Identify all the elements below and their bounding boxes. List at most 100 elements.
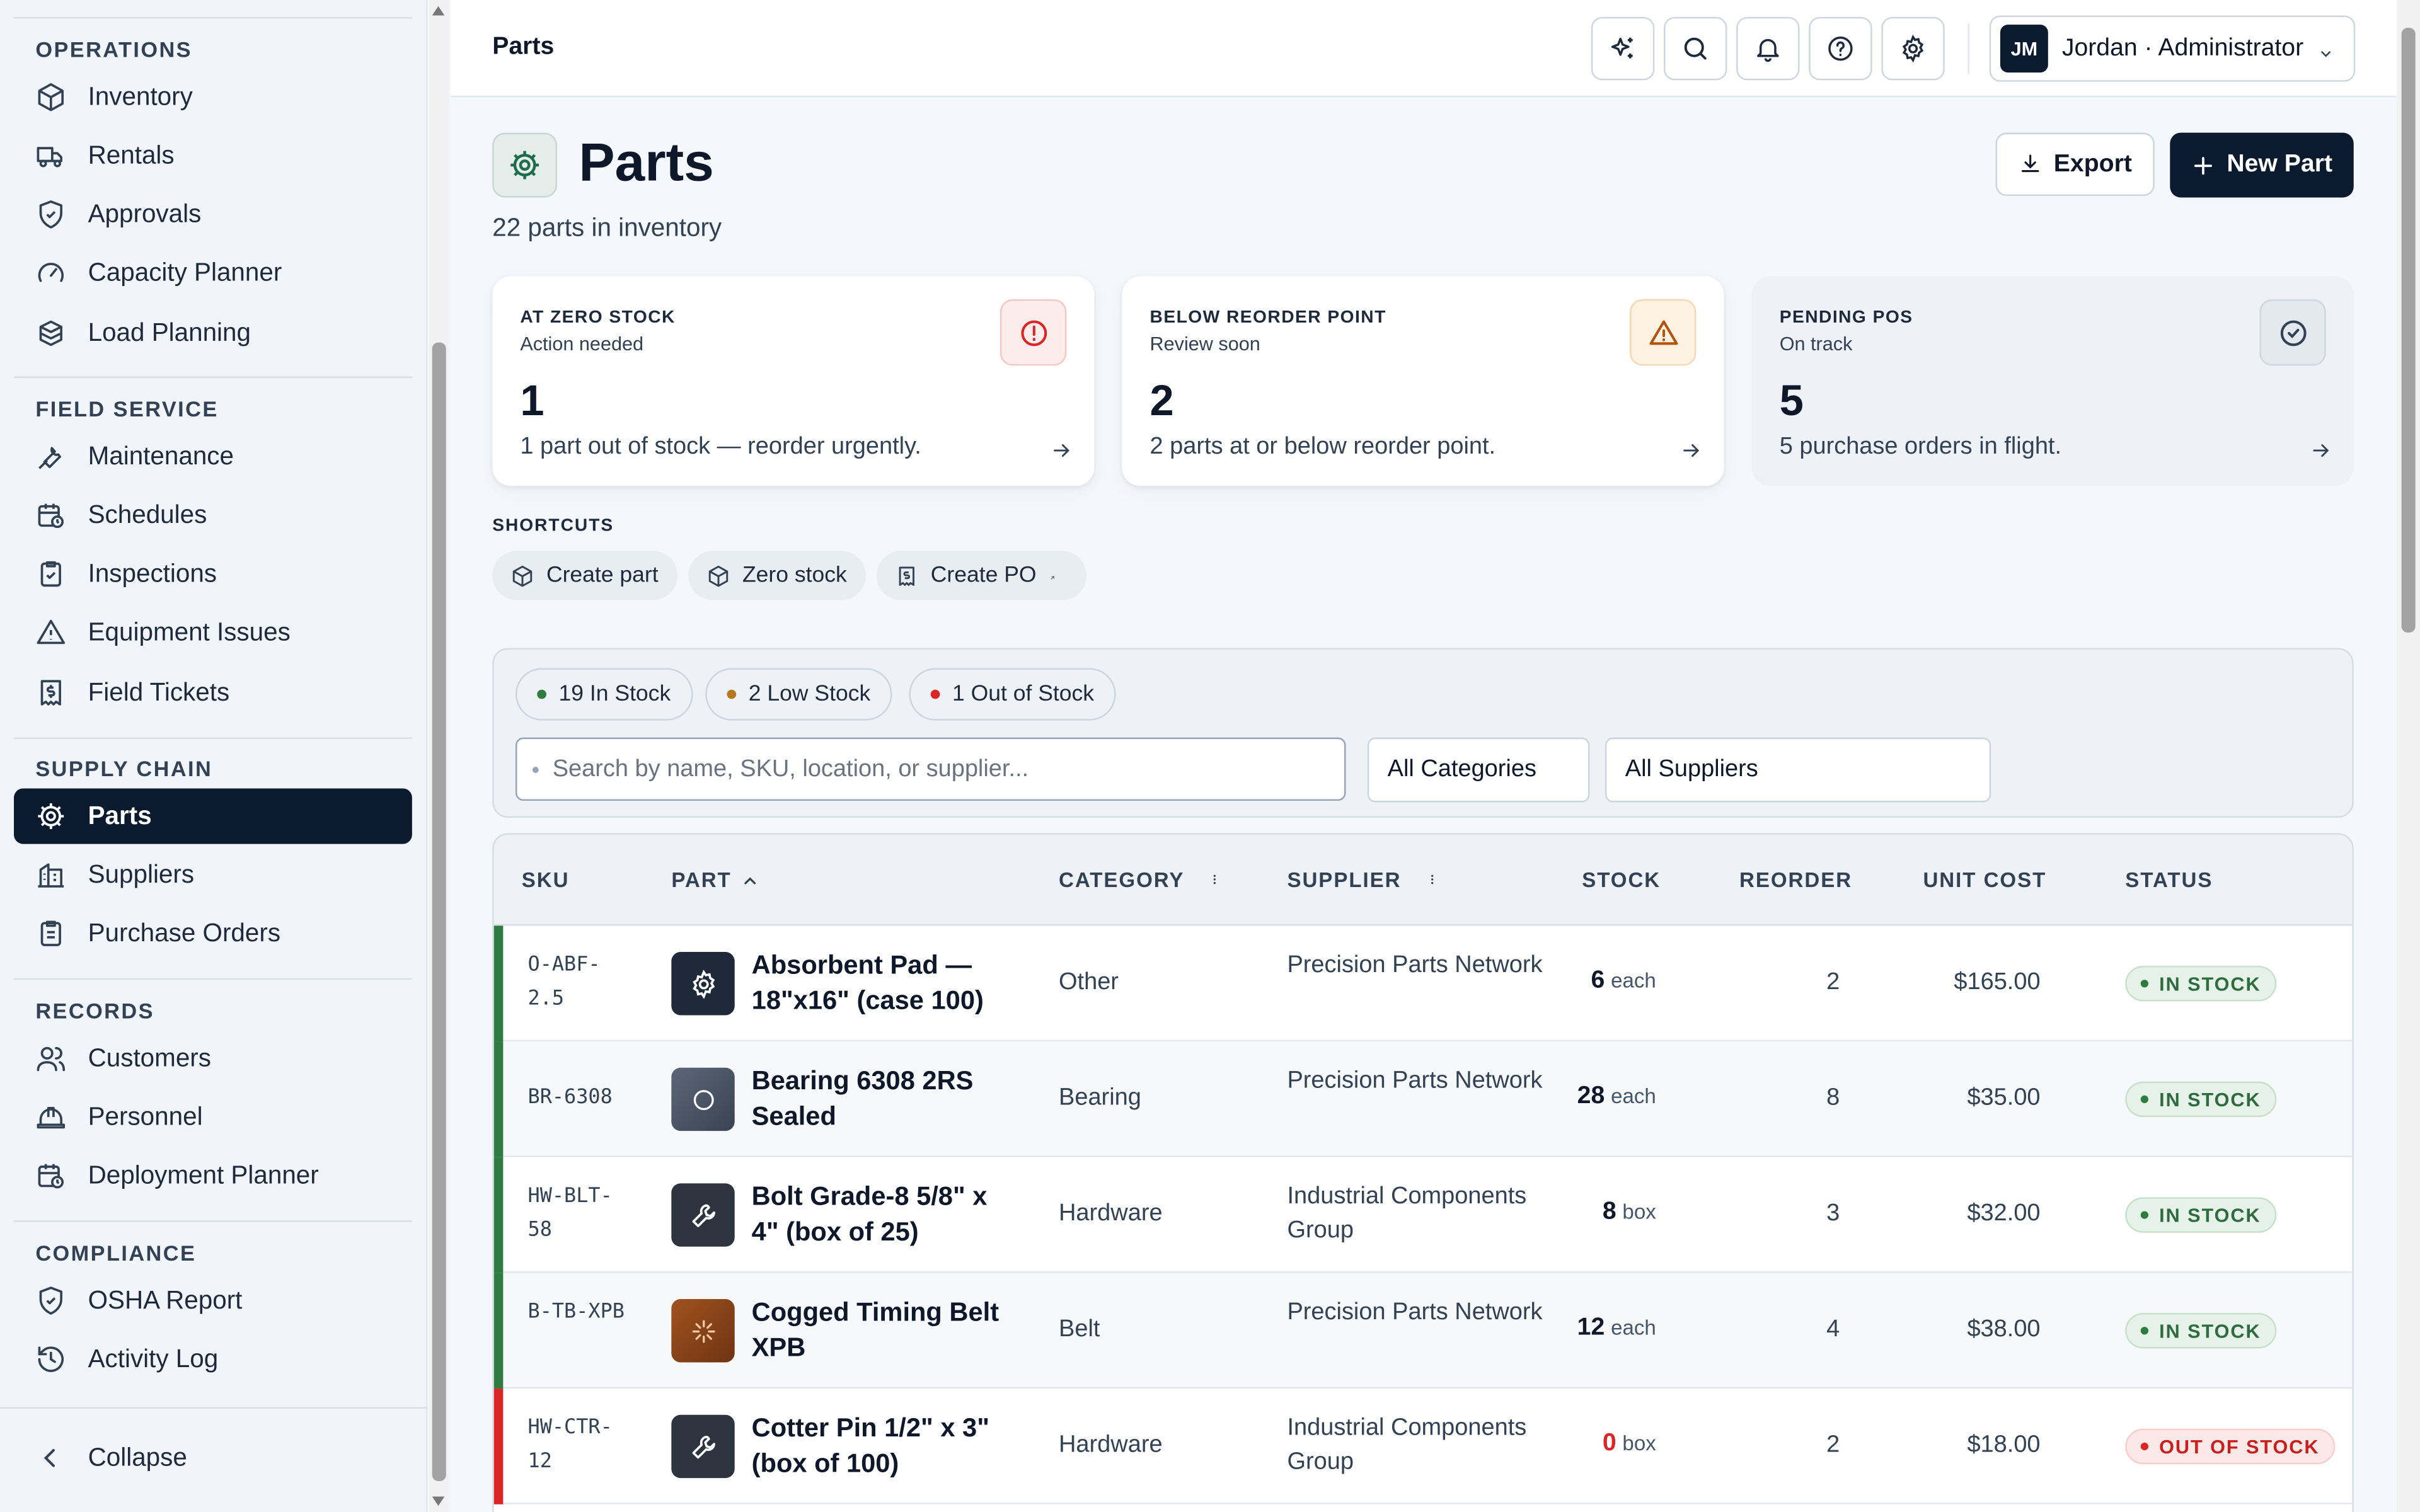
more-vertical-icon[interactable] — [1200, 869, 1221, 891]
sparkles-icon — [1608, 34, 1638, 64]
column-header-reorder[interactable]: REORDER — [1739, 869, 1852, 892]
sidebar-item-suppliers[interactable]: Suppliers — [14, 847, 412, 903]
filter-pill-in-stock[interactable]: 19 In Stock — [515, 668, 693, 721]
sidebar-scrollbar-thumb[interactable] — [432, 342, 446, 1482]
sidebar-item-purchase-orders[interactable]: Purchase Orders — [14, 906, 412, 961]
sidebar-item-label: Equipment Issues — [88, 617, 291, 646]
sidebar-item-equipment-issues[interactable]: Equipment Issues — [14, 605, 412, 660]
sort-ascending-icon — [732, 871, 759, 889]
part-name[interactable]: Bolt Grade-8 5/8" x 4" (box of 25) — [752, 1179, 1014, 1250]
stock-unit: each — [1611, 1315, 1656, 1339]
filter-pill-low-stock[interactable]: 2 Low Stock — [705, 668, 892, 721]
shortcut-label: Zero stock — [742, 563, 847, 588]
category-cell: Other — [1059, 968, 1119, 995]
part-name[interactable]: Absorbent Pad — 18"x16" (case 100) — [752, 948, 1014, 1019]
kpi-description: 5 purchase orders in flight. — [1779, 433, 2062, 460]
kpi-card-pending-pos[interactable]: PENDING POS On track 5 5 purchase orders… — [1751, 276, 2354, 486]
sidebar-item-approvals[interactable]: Approvals — [14, 186, 412, 242]
sidebar-item-inspections[interactable]: Inspections — [14, 546, 412, 602]
sidebar-item-deployment-planner[interactable]: Deployment Planner — [14, 1148, 412, 1203]
user-menu-button[interactable]: JM Jordan · Administrator — [1989, 15, 2356, 82]
sidebar-scrollbar[interactable] — [429, 0, 449, 1512]
collapse-label: Collapse — [88, 1443, 187, 1472]
category-select[interactable]: All Categories — [1367, 737, 1590, 803]
reorder-cell: 2 — [1826, 1431, 1840, 1458]
column-header-supplier[interactable]: SUPPLIER — [1287, 869, 1438, 892]
kpi-card-below-reorder[interactable]: BELOW REORDER POINT Review soon 2 2 part… — [1122, 276, 1724, 486]
shortcut-zero-stock[interactable]: Zero stock — [688, 551, 866, 600]
column-header-status[interactable]: STATUS — [2125, 869, 2213, 892]
new-part-button[interactable]: New Part — [2170, 132, 2354, 198]
status-stripe — [493, 1389, 504, 1504]
main-scrollbar-thumb[interactable] — [2401, 28, 2416, 633]
column-header-part[interactable]: PART — [671, 869, 759, 892]
filter-pill-out-of-stock[interactable]: 1 Out of Stock — [909, 668, 1116, 721]
sidebar-item-label: Parts — [88, 801, 152, 830]
kpi-card-zero-stock[interactable]: AT ZERO STOCK Action needed 1 1 part out… — [492, 276, 1095, 486]
help-circle-icon — [1826, 34, 1855, 64]
export-button[interactable]: Export — [1995, 132, 2155, 197]
column-header-category[interactable]: CATEGORY — [1059, 869, 1221, 892]
column-header-sku[interactable]: SKU — [522, 869, 570, 892]
supplier-select[interactable]: All Suppliers — [1605, 737, 1991, 803]
scroll-up-arrow[interactable] — [432, 6, 445, 16]
search-icon — [1681, 34, 1710, 64]
sidebar-item-label: Customers — [88, 1043, 211, 1072]
sidebar-item-label: Activity Log — [88, 1344, 219, 1373]
sidebar-item-capacity-planner[interactable]: Capacity Planner — [14, 245, 412, 301]
table-row[interactable]: HW-BLT-58 Bolt Grade-8 5/8" x 4" (box of… — [493, 1157, 2353, 1273]
part-name[interactable]: Cotter Pin 1/2" x 3" (box of 100) — [752, 1410, 1014, 1481]
search-input[interactable] — [552, 755, 1294, 783]
kpi-sublabel: Action needed — [520, 333, 644, 355]
sidebar-item-field-tickets[interactable]: Field Tickets — [14, 665, 412, 721]
sidebar-item-activity-log[interactable]: Activity Log — [14, 1331, 412, 1387]
table-row[interactable]: HW-CTR-12 Cotter Pin 1/2" x 3" (box of 1… — [493, 1389, 2353, 1504]
part-name[interactable]: Cogged Timing Belt XPB — [752, 1295, 1014, 1366]
sidebar-item-label: Purchase Orders — [88, 919, 281, 947]
sidebar-item-label: Load Planning — [88, 318, 251, 346]
divider — [14, 16, 412, 19]
kpi-description: 2 parts at or below reorder point. — [1150, 433, 1496, 460]
part-name[interactable]: Bearing 6308 2RS Sealed — [752, 1063, 1014, 1134]
sidebar-item-schedules[interactable]: Schedules — [14, 488, 412, 543]
unit-cost-cell: $18.00 — [1967, 1431, 2041, 1458]
sidebar-item-load-planning[interactable]: Load Planning — [14, 306, 412, 361]
settings-button[interactable] — [1881, 16, 1945, 81]
sidebar-item-personnel[interactable]: Personnel — [14, 1089, 412, 1145]
search-button[interactable] — [1664, 16, 1727, 81]
ai-assistant-button[interactable] — [1591, 16, 1655, 81]
category-cell: Hardware — [1059, 1200, 1163, 1227]
sidebar-item-osha-report[interactable]: OSHA Report — [14, 1273, 412, 1328]
table-row[interactable]: B-TB-XPB Cogged Timing Belt XPB Belt Pre… — [493, 1273, 2353, 1389]
more-vertical-icon[interactable] — [1417, 869, 1438, 891]
table-row[interactable]: O-ABF-2.5 Absorbent Pad — 18"x16" (case … — [493, 925, 2353, 1042]
scroll-down-arrow[interactable] — [432, 1496, 445, 1506]
kpi-sublabel: Review soon — [1150, 333, 1260, 355]
help-button[interactable] — [1809, 16, 1872, 81]
status-badge: IN STOCK — [2125, 1081, 2277, 1118]
section-title-supply-chain: SUPPLY CHAIN — [35, 756, 213, 781]
sidebar-item-inventory[interactable]: Inventory — [14, 69, 412, 125]
breadcrumb: Parts — [492, 33, 555, 60]
search-field[interactable] — [515, 737, 1346, 801]
column-header-unit-cost[interactable]: UNIT COST — [1923, 869, 2046, 892]
table-row[interactable]: BR-6308 Bearing 6308 2RS Sealed Bearing … — [493, 1041, 2353, 1157]
main-scrollbar[interactable] — [2397, 0, 2420, 1512]
shortcut-create-part[interactable]: Create part — [492, 551, 677, 600]
sidebar-item-maintenance[interactable]: Maintenance — [14, 429, 412, 484]
sidebar-item-label: Suppliers — [88, 860, 195, 888]
parts-table: SKU PART CATEGORY SUPPLIER STOCK REORDER… — [492, 833, 2354, 1512]
sidebar-item-rentals[interactable]: Rentals — [14, 128, 412, 183]
notifications-button[interactable] — [1736, 16, 1800, 81]
kpi-value: 5 — [1779, 376, 1804, 425]
sidebar-item-parts[interactable]: Parts — [14, 788, 412, 844]
page-subtitle: 22 parts in inventory — [492, 214, 722, 243]
collapse-button[interactable]: Collapse — [14, 1430, 412, 1486]
export-label: Export — [2053, 150, 2132, 177]
box-icon — [707, 564, 742, 587]
shortcut-create-po[interactable]: Create PO — [877, 551, 1086, 600]
section-title-records: RECORDS — [35, 998, 154, 1023]
divider — [14, 1220, 412, 1222]
column-header-stock[interactable]: STOCK — [1582, 869, 1661, 892]
sidebar-item-customers[interactable]: Customers — [14, 1031, 412, 1086]
